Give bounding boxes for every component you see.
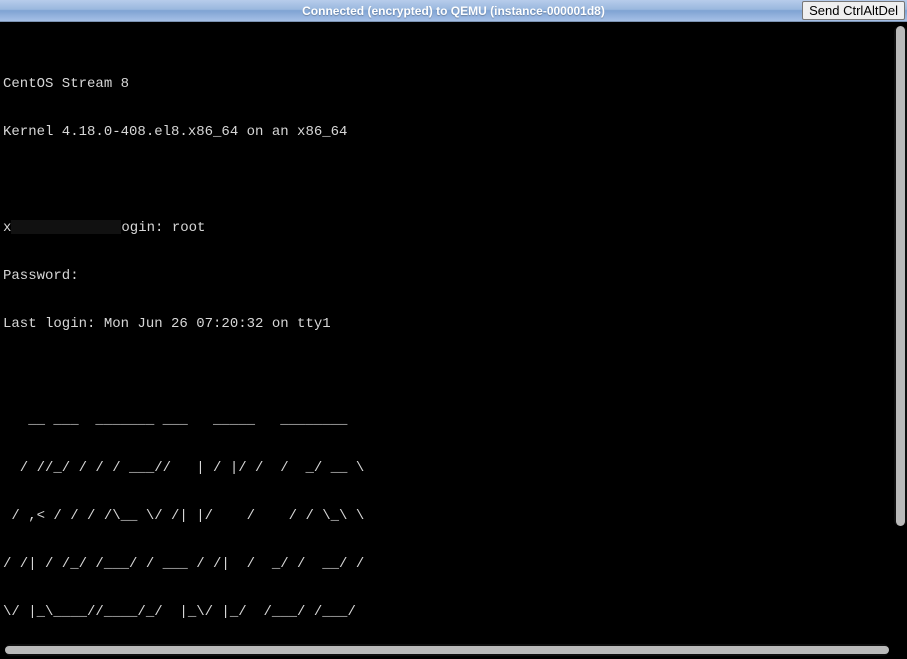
ascii-banner-line: / //_/ / / / ___// | / |/ / / _/ __ \ [3,460,398,476]
login-line: x ogin: root [3,220,398,236]
send-ctrlaltdel-button[interactable]: Send CtrlAltDel [802,1,905,20]
ascii-banner-line: / ,< / / / /\__ \/ /| |/ / / / \_\ \ [3,508,398,524]
last-login-line: Last login: Mon Jun 26 07:20:32 on tty1 [3,316,398,332]
ascii-banner-line: \/ |_\____//____/_/ |_\/ |_/ /___/ /___/ [3,604,398,620]
console-area[interactable]: CentOS Stream 8 Kernel 4.18.0-408.el8.x8… [0,22,907,659]
password-line: Password: [3,268,398,284]
kernel-line: Kernel 4.18.0-408.el8.x86_64 on an x86_6… [3,124,398,140]
terminal-output[interactable]: CentOS Stream 8 Kernel 4.18.0-408.el8.x8… [0,44,888,647]
os-line: CentOS Stream 8 [3,76,398,92]
ascii-banner-line: __ ___ _______ ___ _____ ________ [3,412,398,428]
horizontal-scrollbar[interactable] [5,644,889,656]
vertical-scrollbar-thumb[interactable] [896,26,905,526]
blank-line [3,364,398,380]
titlebar-title: Connected (encrypted) to QEMU (instance-… [302,4,605,18]
vertical-scrollbar[interactable] [894,26,907,526]
redacted-hostname [11,220,121,234]
vnc-titlebar: Connected (encrypted) to QEMU (instance-… [0,0,907,22]
blank-line [3,172,398,188]
horizontal-scrollbar-thumb[interactable] [5,646,889,654]
ascii-banner-line: / /| / /_/ /___/ / ___ / /| / _/ / __/ / [3,556,398,572]
